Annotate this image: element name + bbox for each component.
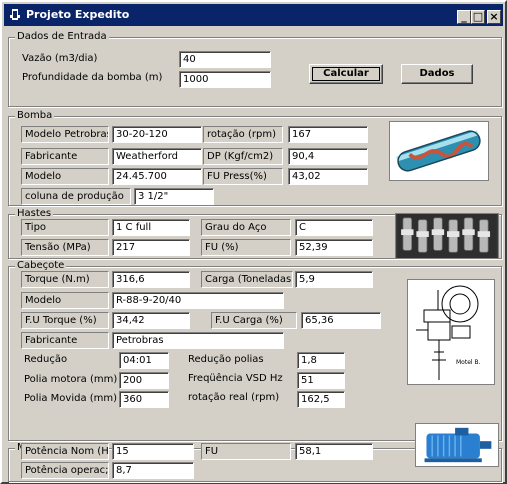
modelo-label: Modelo [21,168,109,185]
fabricante-cabecote-field[interactable]: Petrobras [112,332,284,349]
fu-torque-label: F.U Torque (%) [21,312,109,329]
carga-field[interactable]: 5,9 [295,271,373,288]
frequencia-label: Freqüência VSD Hz [188,373,283,384]
frame-bomba: Bomba Modelo Petrobras 30-20-120 rotação… [8,110,502,206]
vazao-input[interactable]: 40 [179,51,271,68]
reducao-label: Redução [24,354,68,365]
frame-cabecote: Cabeçote Torque (N.m) 316,6 Carga (Tonel… [8,260,502,441]
rotacao-field[interactable]: 167 [288,126,368,143]
carga-label: Carga (Toneladas) [201,271,293,288]
pump-image [389,121,489,181]
fu-carga-label: F.U Carga (%) [211,312,297,329]
app-icon [10,9,20,20]
coluna-label: coluna de produção [21,188,131,205]
title-bar[interactable]: Projeto Expedito [4,4,503,26]
rotacao-label: rotação (rpm) [203,126,283,143]
head-drawing-icon: Motel B. [416,285,481,380]
fu-carga-field[interactable]: 65,36 [301,312,381,329]
fu-press-label: FU Press(%) [203,168,283,185]
head-drawing-caption: Motel B. [456,359,481,366]
tipo-label: Tipo [21,219,109,236]
polia-movida-label: Polia Movida (mm) [24,393,118,404]
modelo-petrobras-field[interactable]: 30-20-120 [112,126,202,143]
polia-motora-field[interactable]: 200 [119,372,169,389]
modelo-cabecote-field[interactable]: R-88-9-20/40 [112,292,284,309]
frame-motor: Motor Potência Nom (HP 15 FU 58,1 Potênc… [8,423,502,482]
tensao-field[interactable]: 217 [112,239,190,256]
frame-title-dados-entrada: Dados de Entrada [15,31,109,42]
close-icon[interactable]: × [487,10,501,24]
fu-press-field[interactable]: 43,02 [288,168,368,185]
dp-label: DP (Kgf/cm2) [203,148,283,165]
profundidade-label: Profundidade da bomba (m) [22,72,163,83]
fabricante-field[interactable]: Weatherford [112,148,202,165]
polia-motora-label: Polia motora (mm) [24,374,118,385]
profundidade-input[interactable]: 1000 [179,71,271,88]
calcular-button[interactable]: Calcular [309,64,383,84]
frame-dados-entrada: Dados de Entrada Vazão (m3/dia) 40 Profu… [8,31,502,107]
frame-title-cabecote: Cabeçote [15,260,67,271]
frequencia-field[interactable]: 51 [297,372,345,389]
torque-label: Torque (N.m) [21,271,109,288]
fu-motor-field[interactable]: 58,1 [295,443,373,460]
head-drawing-image: Motel B. [407,279,495,385]
rotacao-real-field[interactable]: 162,5 [297,391,345,408]
grau-field[interactable]: C [295,219,373,236]
potencia-nom-field[interactable]: 15 [112,443,194,460]
fu-hastes-label: FU (%) [201,239,291,256]
coluna-field[interactable]: 3 1/2" [134,188,214,205]
reducao-polias-field[interactable]: 1,8 [297,352,345,369]
dp-field[interactable]: 90,4 [288,148,368,165]
fabricante-cabecote-label: Fabricante [21,332,109,349]
frame-hastes: Hastes Tipo 1 C full Grau do Aço C Tensã… [8,208,502,259]
maximize-icon[interactable]: □ [471,10,485,24]
tensao-label: Tensão (MPa) [21,239,109,256]
vazao-label: Vazão (m3/dia) [22,53,98,64]
potencia-operac-field[interactable]: 8,7 [112,462,194,479]
modelo-cabecote-label: Modelo [21,292,109,309]
fabricante-label: Fabricante [21,148,109,165]
dados-button[interactable]: Dados [401,64,473,84]
torque-field[interactable]: 316,6 [112,271,190,288]
minimize-icon[interactable]: _ [457,10,471,24]
rotacao-real-label: rotação real (rpm) [188,392,280,403]
reducao-polias-label: Redução polias [188,354,264,365]
rods-image [395,213,499,259]
main-window: Projeto Expedito _ □ × Dados de Entrada … [0,0,507,484]
grau-label: Grau do Aço [201,219,291,236]
fu-torque-field[interactable]: 34,42 [112,312,190,329]
frame-title-bomba: Bomba [15,110,55,121]
fu-hastes-field[interactable]: 52,39 [295,239,373,256]
polia-movida-field[interactable]: 360 [119,391,169,408]
frame-title-hastes: Hastes [15,208,54,219]
motor-image [415,423,499,467]
potencia-operac-label: Potência operac; [21,462,109,479]
tipo-field[interactable]: 1 C full [112,219,190,236]
modelo-petrobras-label: Modelo Petrobras [21,126,109,143]
potencia-nom-label: Potência Nom (HP [21,443,109,460]
modelo-field[interactable]: 24.45.700 [112,168,202,185]
window-title: Projeto Expedito [26,8,130,21]
fu-motor-label: FU [201,443,291,460]
reducao-field[interactable]: 04:01 [119,352,169,369]
